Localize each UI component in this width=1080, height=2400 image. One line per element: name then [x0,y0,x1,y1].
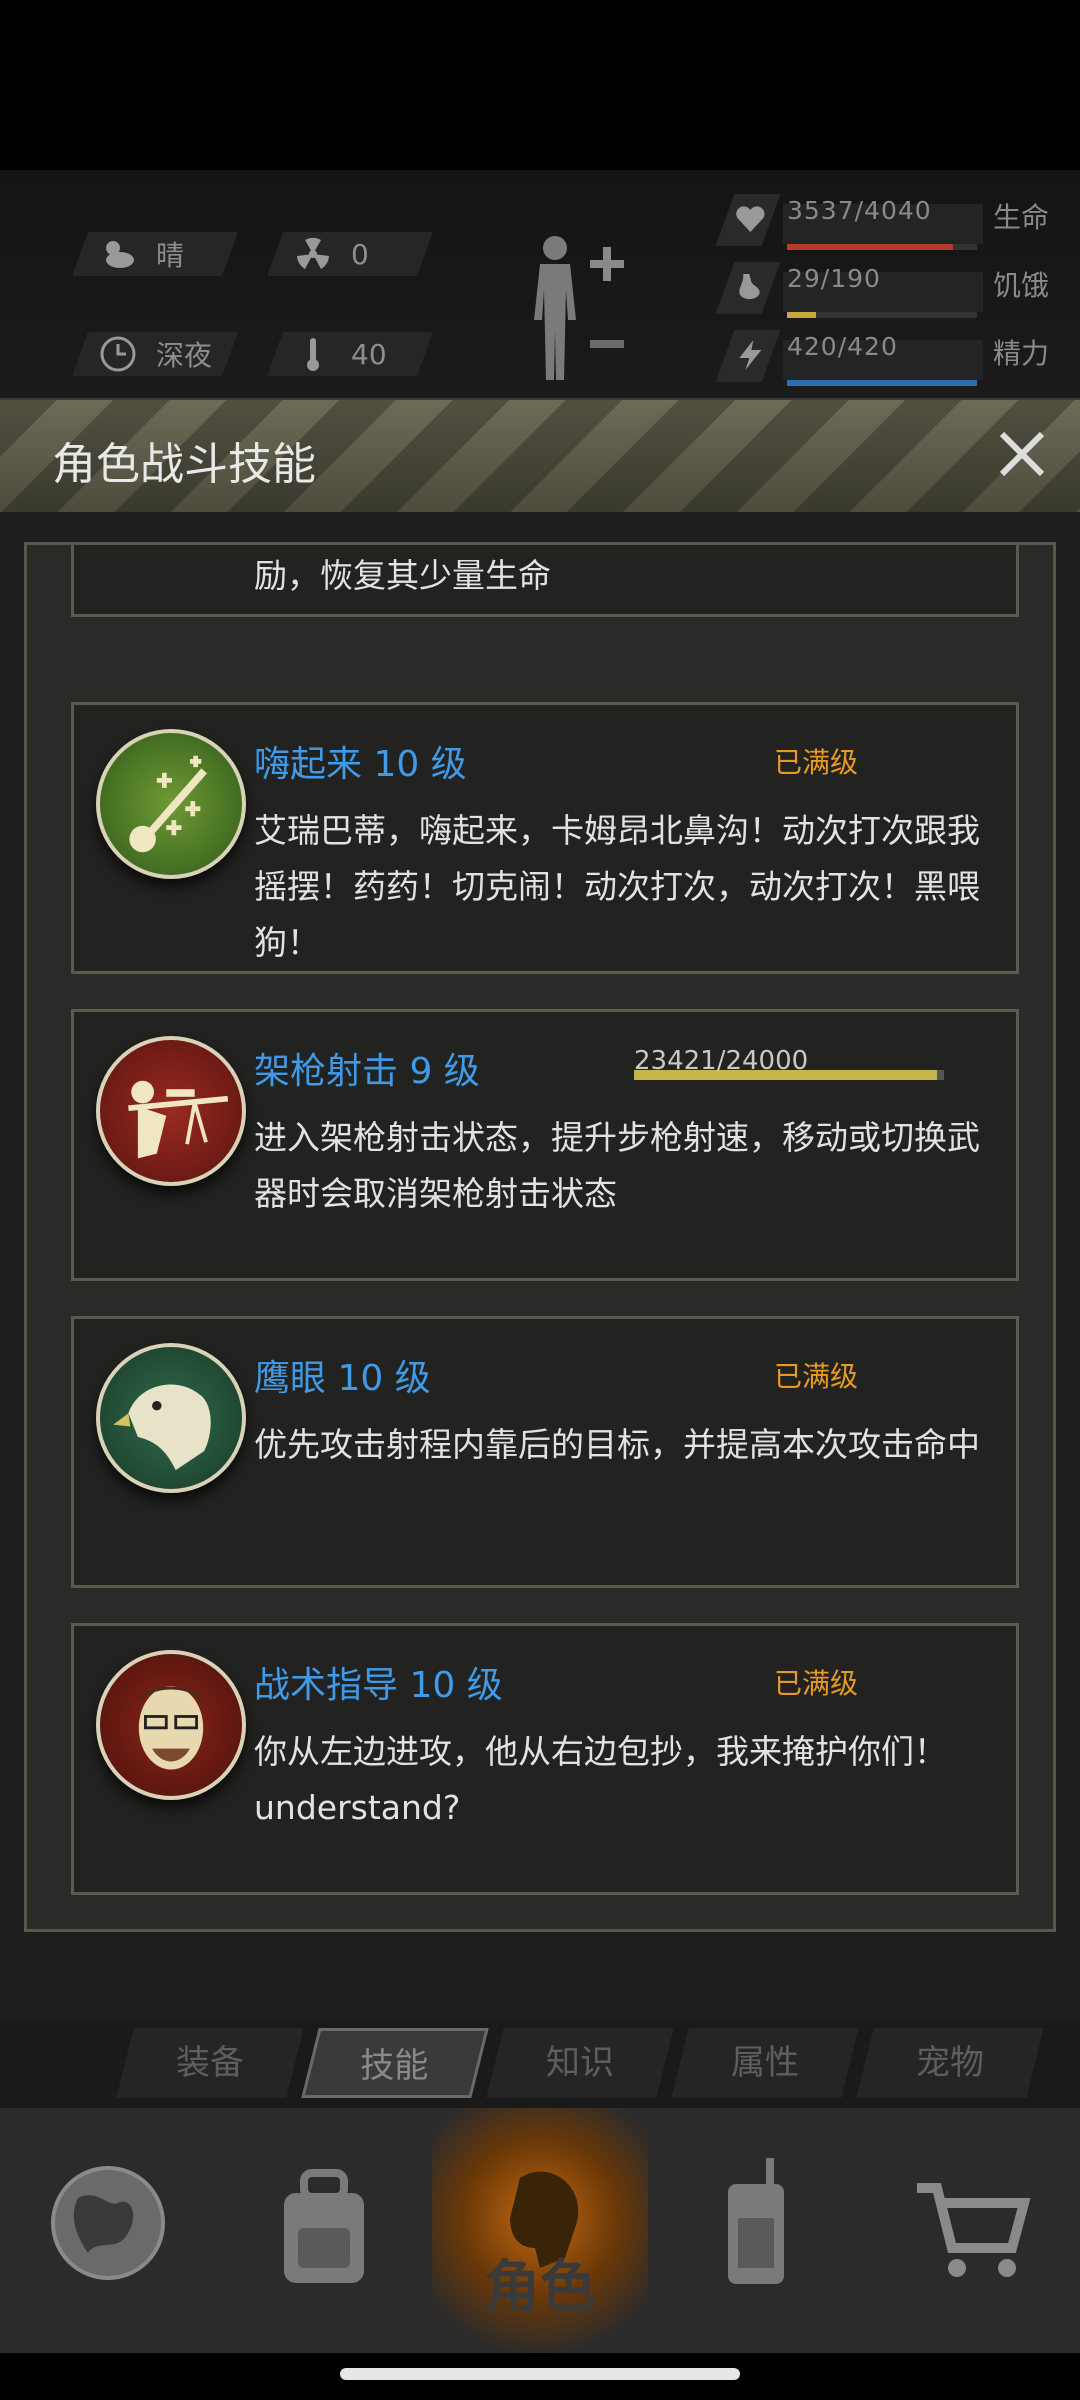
body-status-icon[interactable] [520,230,630,390]
cart-icon [917,2183,1031,2277]
bottom-nav: 角色 [0,2108,1080,2353]
health-label: 生命 [993,201,1050,234]
temperature-indicator: 40 [266,332,434,376]
nav-radio[interactable] [648,2108,864,2353]
health-stat: 3537/4040 生命 [715,194,1065,250]
skill-card-tactical-command[interactable]: 战术指导 10 级 已满级 你从左边进攻，他从右边包抄，我来掩护你们！under… [71,1623,1019,1895]
panel-title: 角色战斗技能 [52,439,316,490]
character-subtabs: 装备 技能 知识 属性 宠物 [0,2020,1080,2108]
health-bar [787,244,977,250]
status-hud: 晴 0 深夜 40 3537/4040 生命 29/190 饥饿 420/420… [0,170,1080,400]
radiation-icon [297,237,329,269]
backpack-icon [284,2169,364,2283]
skill-card-hawkeye[interactable]: 鹰眼 10 级 已满级 优先攻击射程内靠后的目标，并提高本次攻击命中 [71,1316,1019,1588]
skill-card-bipod-shooting[interactable]: 架枪射击 9 级 23421/24000 进入架枪射击状态，提升步枪射速，移动或… [71,1009,1019,1281]
weather-indicator: 晴 [71,232,239,276]
heart-pulse-icon [736,206,765,232]
radiation-value: 0 [351,237,369,271]
close-button[interactable] [992,424,1052,484]
skill-desc: 励，恢复其少量生命 [254,556,551,595]
commander-icon [137,1686,205,1770]
tab-attributes[interactable]: 属性 [671,2028,859,2098]
guitar-icon [129,755,207,853]
skill-desc: 进入架枪射击状态，提升步枪射速，移动或切换武器时会取消架枪射击状态 [254,1118,980,1213]
skill-name: 鹰眼 10 级 [254,1358,431,1399]
temperature-value: 40 [351,337,387,371]
skill-card-hype[interactable]: 嗨起来 10 级 已满级 艾瑞巴蒂，嗨起来，卡姆昂北鼻沟！动次打次跟我摇摆！药药… [71,702,1019,974]
sniper-icon [128,1080,229,1159]
nav-shop[interactable] [864,2108,1080,2353]
hunger-stat: 29/190 饥饿 [715,262,1065,318]
tab-equipment[interactable]: 装备 [116,2028,304,2098]
skill-max-level-badge: 已满级 [774,746,859,779]
panel-header: 角色战斗技能 [0,400,1080,512]
energy-bar [787,380,977,386]
skill-name: 嗨起来 10 级 [254,744,467,785]
skill-max-level-badge: 已满级 [774,1667,859,1700]
radio-icon [728,2158,784,2284]
tab-knowledge[interactable]: 知识 [486,2028,674,2098]
health-value: 3537/4040 [787,196,932,225]
nav-backpack[interactable] [216,2108,432,2353]
tab-skills[interactable]: 技能 [301,2028,489,2098]
skill-desc: 你从左边进攻，他从右边包抄，我来掩护你们！understand? [254,1732,947,1827]
thermometer-icon [307,338,319,371]
skill-xp-text: 23421/24000 [634,1046,809,1076]
eagle-icon [113,1384,211,1471]
energy-label: 精力 [993,337,1050,370]
radiation-indicator: 0 [266,232,434,276]
home-indicator[interactable] [340,2368,740,2380]
clock-icon [100,336,136,372]
skill-desc: 优先攻击射程内靠后的目标，并提高本次攻击命中 [254,1425,980,1464]
skill-name: 架枪射击 9 级 [254,1051,480,1092]
lightning-icon [739,340,762,370]
globe-icon [51,2166,165,2280]
combat-skills-panel: 角色战斗技能 励，恢复其少量生命 嗨起来 10 级 已满级 艾瑞巴蒂，嗨起来，卡… [0,398,1080,2033]
weather-text: 晴 [156,239,185,272]
hunger-value: 29/190 [787,264,881,293]
nav-world[interactable] [0,2108,216,2353]
time-indicator: 深夜 [71,332,239,376]
close-icon [999,431,1045,477]
cloud-sun-icon [106,241,134,268]
tab-pets[interactable]: 宠物 [856,2028,1044,2098]
hunger-bar [787,312,977,318]
skill-list[interactable]: 励，恢复其少量生命 嗨起来 10 级 已满级 艾瑞巴蒂，嗨起来，卡姆昂北鼻沟！动… [24,542,1056,1932]
nav-character[interactable]: 角色 [432,2108,648,2353]
nav-character-label: 角色 [484,2255,596,2320]
skill-max-level-badge: 已满级 [774,1360,859,1393]
energy-stat: 420/420 精力 [715,330,1065,386]
time-text: 深夜 [156,339,213,372]
skill-card-partial[interactable]: 励，恢复其少量生命 [71,545,1019,617]
skill-desc: 艾瑞巴蒂，嗨起来，卡姆昂北鼻沟！动次打次跟我摇摆！药药！切克闹！动次打次，动次打… [254,811,980,962]
hunger-label: 饥饿 [993,269,1050,302]
skill-name: 战术指导 10 级 [254,1665,503,1706]
energy-value: 420/420 [787,332,898,361]
stomach-icon [739,274,760,300]
